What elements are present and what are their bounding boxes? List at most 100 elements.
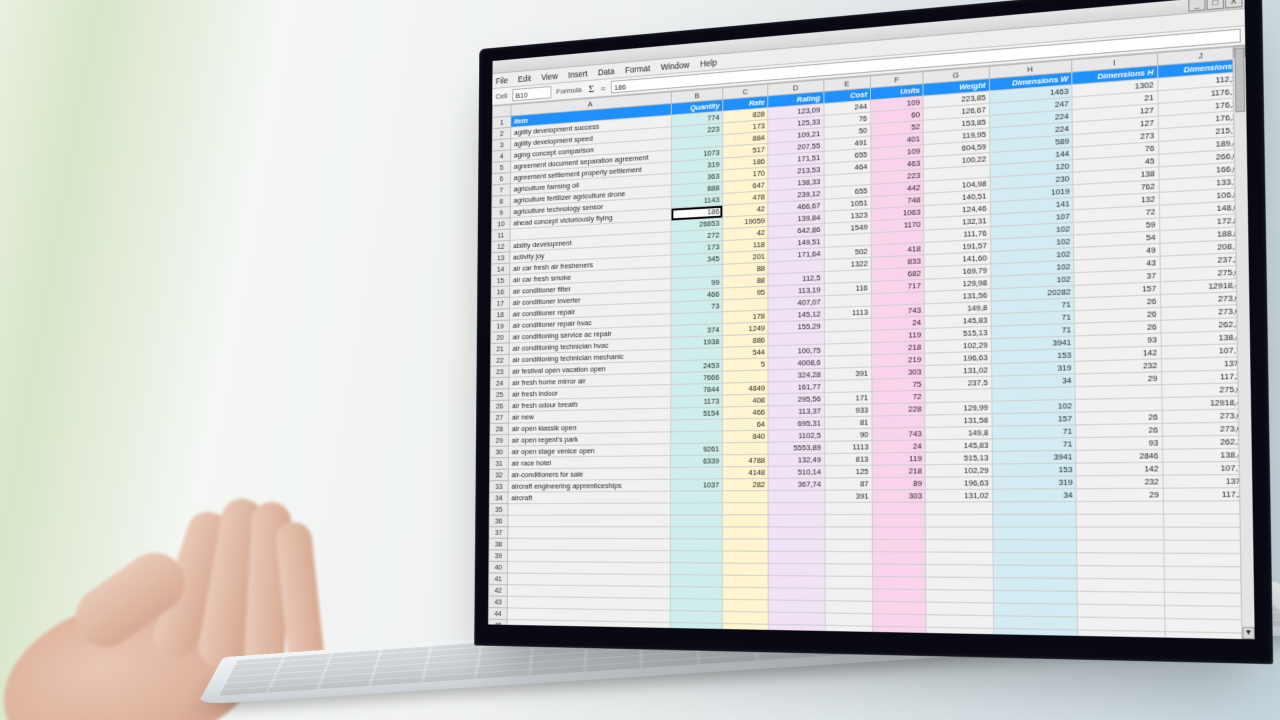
row-header[interactable]: 17: [491, 297, 510, 309]
cell[interactable]: 196,63: [925, 477, 992, 490]
cell[interactable]: [926, 564, 993, 577]
cell[interactable]: 125: [824, 465, 872, 478]
cell[interactable]: 282: [722, 478, 768, 490]
cell[interactable]: [1077, 553, 1164, 566]
cell[interactable]: [825, 588, 873, 601]
cell[interactable]: 81: [824, 416, 872, 429]
row-header[interactable]: 35: [489, 504, 508, 516]
cell[interactable]: [872, 527, 925, 540]
cell[interactable]: [926, 577, 993, 590]
scroll-down-button[interactable]: ▼: [1242, 627, 1254, 639]
cell[interactable]: [873, 626, 927, 639]
cell[interactable]: [824, 502, 872, 514]
cell[interactable]: [872, 539, 925, 552]
cell[interactable]: [768, 637, 824, 640]
cell[interactable]: [722, 515, 768, 527]
cell[interactable]: [722, 442, 768, 455]
row-header[interactable]: 20: [491, 331, 510, 343]
row-header[interactable]: 16: [491, 286, 510, 298]
cell[interactable]: 71: [992, 425, 1076, 439]
cell[interactable]: 218: [872, 465, 925, 478]
cell[interactable]: [926, 615, 993, 629]
cell[interactable]: 131,02: [925, 489, 992, 502]
cell[interactable]: [872, 515, 925, 527]
cell[interactable]: [992, 514, 1076, 527]
cell[interactable]: 2846: [1076, 449, 1162, 463]
cell[interactable]: [768, 502, 824, 514]
cell[interactable]: 695,31: [768, 417, 824, 430]
cell[interactable]: [670, 599, 722, 612]
row-header[interactable]: 22: [490, 354, 509, 366]
cell[interactable]: [508, 515, 671, 527]
cell[interactable]: [722, 503, 768, 515]
cell[interactable]: 5553,89: [768, 441, 824, 454]
cell[interactable]: [825, 613, 873, 626]
menu-item-window[interactable]: Window: [661, 59, 690, 71]
cell[interactable]: [926, 602, 993, 616]
cell[interactable]: 131,58: [925, 414, 992, 428]
row-header[interactable]: 27: [490, 412, 509, 424]
cell[interactable]: [825, 539, 873, 552]
cell[interactable]: [1077, 540, 1164, 553]
row-header[interactable]: 42: [489, 584, 508, 596]
window-minimize-button[interactable]: _: [1188, 0, 1205, 12]
cell[interactable]: [825, 527, 873, 539]
row-header[interactable]: 18: [491, 309, 510, 321]
cell[interactable]: [507, 620, 670, 635]
row-header[interactable]: 19: [491, 320, 510, 332]
menu-item-format[interactable]: Format: [625, 63, 650, 75]
cell[interactable]: 24: [872, 440, 925, 453]
cell[interactable]: [671, 503, 723, 515]
cell[interactable]: 4148: [722, 466, 768, 478]
cell[interactable]: [872, 577, 926, 590]
row-header[interactable]: 38: [489, 538, 508, 550]
cell[interactable]: aircraft: [508, 491, 670, 504]
cell[interactable]: [722, 611, 768, 624]
row-header[interactable]: 13: [491, 252, 510, 264]
cell[interactable]: [926, 527, 993, 540]
cell[interactable]: [872, 564, 926, 577]
cell-reference-box[interactable]: B10: [512, 86, 551, 101]
cell[interactable]: [993, 552, 1077, 565]
row-header[interactable]: 24: [490, 377, 509, 389]
cell[interactable]: 93: [1076, 436, 1162, 450]
spreadsheet-grid[interactable]: ABCDEFGHIJ1ItemQuantityRateRatingCostUni…: [488, 45, 1255, 639]
cell[interactable]: 4788: [722, 454, 768, 467]
cell[interactable]: 228: [872, 403, 925, 416]
cell[interactable]: [722, 491, 768, 503]
cell[interactable]: 1113: [824, 441, 872, 454]
menu-item-insert[interactable]: Insert: [568, 68, 587, 79]
cell[interactable]: 102,29: [925, 464, 992, 477]
row-header[interactable]: 37: [489, 527, 508, 539]
cell[interactable]: [825, 638, 873, 640]
cell[interactable]: aircraft engineering apprenticeships: [508, 479, 670, 492]
cell[interactable]: [722, 527, 768, 539]
cell[interactable]: 142: [1076, 462, 1163, 476]
cell[interactable]: 367,74: [768, 478, 824, 491]
row-header[interactable]: 25: [490, 389, 509, 401]
cell[interactable]: 132,49: [768, 454, 824, 467]
cell[interactable]: [1076, 501, 1163, 514]
cell[interactable]: 145,83: [925, 439, 992, 452]
scroll-thumb[interactable]: [1234, 48, 1245, 113]
row-header[interactable]: 39: [489, 550, 508, 562]
row-header[interactable]: 36: [489, 515, 508, 527]
cell[interactable]: [768, 612, 824, 625]
cell[interactable]: [825, 564, 873, 577]
cell[interactable]: [768, 588, 824, 601]
cell[interactable]: [670, 611, 722, 624]
row-header[interactable]: 26: [490, 400, 509, 412]
row-header[interactable]: 46: [488, 631, 507, 640]
cell[interactable]: 29: [1076, 488, 1163, 501]
cell[interactable]: [824, 515, 872, 527]
cell[interactable]: [926, 514, 993, 527]
cell[interactable]: 72: [872, 390, 925, 404]
cell[interactable]: [925, 502, 992, 515]
menu-item-edit[interactable]: Edit: [518, 73, 531, 84]
cell[interactable]: [768, 600, 824, 613]
row-header[interactable]: 40: [489, 561, 508, 573]
cell[interactable]: 64: [723, 418, 769, 431]
cell[interactable]: [670, 623, 722, 636]
cell[interactable]: [768, 624, 824, 637]
row-header[interactable]: 44: [488, 608, 507, 620]
